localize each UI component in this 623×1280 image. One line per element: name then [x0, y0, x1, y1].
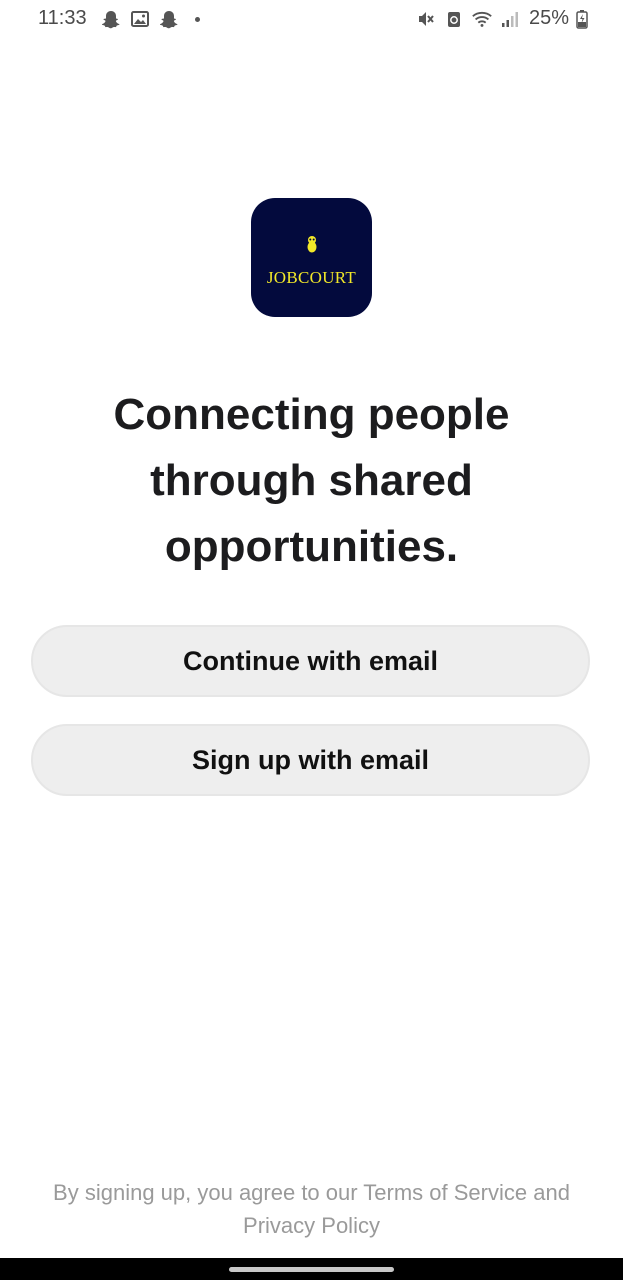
snapchat-icon: [100, 8, 122, 30]
notification-icons: [100, 8, 200, 30]
mute-icon: [415, 8, 437, 30]
headline: Connecting people through shared opportu…: [40, 382, 583, 580]
app-logo: JOBCOURT: [251, 198, 372, 317]
headline-line: Connecting people: [113, 390, 510, 439]
owl-icon: [306, 235, 318, 258]
continue-with-email-label: Continue with email: [182, 645, 438, 676]
sign-up-with-email-button[interactable]: Sign up with email: [31, 724, 590, 796]
wifi-icon: [471, 8, 493, 30]
legal-notice: By signing up, you agree to our Terms of…: [20, 1176, 603, 1242]
legal-prefix: By signing up, you agree to our: [53, 1180, 364, 1205]
continue-with-email-button[interactable]: Continue with email: [31, 625, 590, 697]
status-time: 11:33: [38, 7, 87, 29]
battery-percent: 25%: [528, 7, 569, 29]
sign-up-with-email-label: Sign up with email: [191, 744, 429, 775]
status-bar: 11:33 25%: [0, 0, 623, 38]
legal-and: and: [527, 1180, 570, 1205]
snapchat-icon: [158, 8, 180, 30]
signal-icon: [499, 8, 521, 30]
terms-of-service-link[interactable]: Terms of Service: [363, 1180, 527, 1205]
logo-text: JOBCOURT: [266, 268, 357, 287]
headline-line: opportunities.: [164, 522, 459, 571]
navigation-bar: [0, 1258, 623, 1280]
privacy-policy-link[interactable]: Privacy Policy: [243, 1213, 380, 1238]
system-icons: 25%: [415, 7, 589, 30]
data-saver-icon: [443, 8, 465, 30]
battery-charging-icon: [575, 8, 589, 30]
home-indicator[interactable]: [229, 1267, 394, 1272]
dot-icon: [195, 16, 200, 22]
gallery-icon: [129, 8, 151, 30]
headline-line: through shared: [150, 456, 473, 505]
